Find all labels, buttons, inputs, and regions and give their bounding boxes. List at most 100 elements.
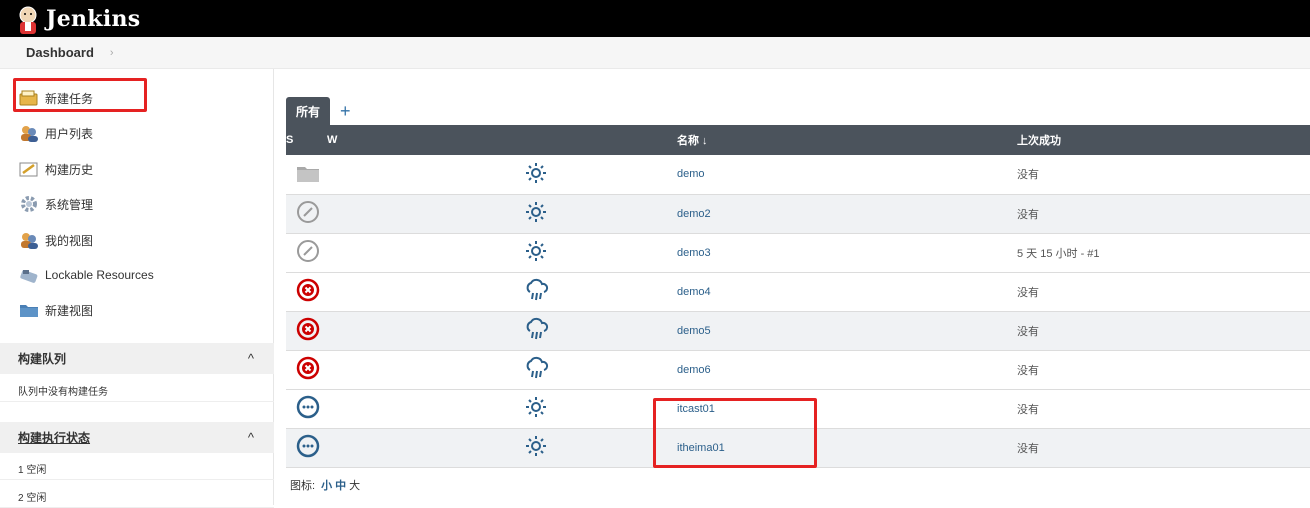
sidebar-item-label: 系统管理 xyxy=(45,197,94,212)
jenkins-butler-logo-icon[interactable] xyxy=(14,5,42,35)
weather-cell xyxy=(327,389,677,428)
status-cell xyxy=(286,272,327,311)
users-icon xyxy=(19,124,39,142)
job-link[interactable]: demo xyxy=(677,168,705,180)
annotation-box-new-item xyxy=(13,78,147,112)
status-cell xyxy=(286,311,327,350)
last-success-cell: 没有 xyxy=(1017,442,1039,455)
status-cell xyxy=(286,428,327,467)
job-link[interactable]: demo2 xyxy=(677,208,711,220)
top-header-bar: Jenkins xyxy=(0,0,1310,37)
weather-cell xyxy=(327,233,677,272)
view-tabs: 所有 + xyxy=(286,97,351,125)
weather-cell xyxy=(327,155,677,194)
col-status-header[interactable]: S xyxy=(286,125,327,155)
collapse-chevron-icon[interactable]: ^ xyxy=(248,430,254,445)
not-built-status-icon[interactable] xyxy=(296,395,320,422)
my-views-icon xyxy=(19,231,39,249)
breadcrumb: Dashboard › xyxy=(0,37,1310,69)
table-header-row: S W 名称 ↓ 上次成功 xyxy=(286,125,1310,155)
folder-icon[interactable] xyxy=(296,163,320,186)
disabled-status-icon[interactable] xyxy=(296,200,320,227)
disabled-status-icon[interactable] xyxy=(296,239,320,266)
sidebar-item-new-view[interactable]: 新建视图 xyxy=(0,295,274,325)
failed-status-icon[interactable] xyxy=(296,278,320,305)
status-cell xyxy=(286,389,327,428)
weather-storm-icon[interactable] xyxy=(524,278,550,305)
icon-size-medium[interactable]: 中 xyxy=(335,480,346,492)
icon-size-small[interactable]: 小 xyxy=(321,480,332,492)
failed-status-icon[interactable] xyxy=(296,356,320,383)
sidebar-item-label: 我的视图 xyxy=(45,233,94,248)
weather-sunny-icon[interactable] xyxy=(524,395,548,422)
job-name-cell: demo2 xyxy=(677,194,1017,233)
col-name-header[interactable]: 名称 ↓ xyxy=(677,125,1017,155)
sidebar-item-manage[interactable]: 系统管理 xyxy=(0,189,274,219)
collapse-chevron-icon[interactable]: ^ xyxy=(248,351,254,366)
job-name-cell: demo3 xyxy=(677,233,1017,272)
job-link[interactable]: demo5 xyxy=(677,325,711,337)
job-link[interactable]: demo6 xyxy=(677,364,711,376)
lockable-resources-icon xyxy=(19,266,39,284)
executor-status-header[interactable]: 构建执行状态 ^ xyxy=(0,422,274,453)
sidebar-item-users[interactable]: 用户列表 xyxy=(0,118,274,148)
table-row: demo3 5 天 15 小时 - #1 xyxy=(286,233,1310,272)
col-weather-header[interactable]: W xyxy=(327,125,677,155)
jenkins-brand[interactable]: Jenkins xyxy=(46,6,140,32)
job-link[interactable]: demo4 xyxy=(677,286,711,298)
icon-size-large[interactable]: 大 xyxy=(349,480,360,492)
sidebar-item-label: 用户列表 xyxy=(45,126,94,141)
executor-status-title[interactable]: 构建执行状态 xyxy=(18,429,90,446)
table-row: demo4 没有 xyxy=(286,272,1310,311)
table-row: demo 没有 xyxy=(286,155,1310,194)
sidebar-item-label: 构建历史 xyxy=(45,162,94,177)
sidebar-item-label: 新建视图 xyxy=(45,303,94,318)
last-success-cell: 没有 xyxy=(1017,364,1039,377)
icon-size-selector: 图标: 小中大 xyxy=(290,477,360,493)
weather-storm-icon[interactable] xyxy=(524,317,550,344)
weather-sunny-icon[interactable] xyxy=(524,161,548,188)
last-success-cell: 5 天 15 小时 - #1 xyxy=(1017,247,1100,260)
table-row: demo2 没有 xyxy=(286,194,1310,233)
weather-sunny-icon[interactable] xyxy=(524,200,548,227)
weather-cell xyxy=(327,350,677,389)
job-name-cell: demo4 xyxy=(677,272,1017,311)
job-name-cell: demo6 xyxy=(677,350,1017,389)
weather-sunny-icon[interactable] xyxy=(524,434,548,461)
weather-cell xyxy=(327,272,677,311)
failed-status-icon[interactable] xyxy=(296,317,320,344)
table-row: demo5 没有 xyxy=(286,311,1310,350)
weather-cell xyxy=(327,194,677,233)
last-success-cell: 没有 xyxy=(1017,403,1039,416)
table-row: demo6 没有 xyxy=(286,350,1310,389)
last-success-cell: 没有 xyxy=(1017,169,1039,182)
last-success-cell: 没有 xyxy=(1017,325,1039,338)
job-link[interactable]: demo3 xyxy=(677,247,711,259)
sidebar-item-lockable-resources[interactable]: Lockable Resources xyxy=(0,260,274,290)
new-view-folder-icon xyxy=(19,301,39,319)
build-queue-header[interactable]: 构建队列 ^ xyxy=(0,343,274,374)
status-cell xyxy=(286,233,327,272)
col-last-success-header[interactable]: 上次成功 xyxy=(1017,125,1310,155)
add-view-icon[interactable]: + xyxy=(340,97,351,125)
not-built-status-icon[interactable] xyxy=(296,434,320,461)
sidebar-item-label: Lockable Resources xyxy=(45,268,154,282)
status-cell xyxy=(286,350,327,389)
weather-cell xyxy=(327,428,677,467)
status-cell xyxy=(286,194,327,233)
job-name-cell: demo5 xyxy=(677,311,1017,350)
weather-cell xyxy=(327,311,677,350)
weather-sunny-icon[interactable] xyxy=(524,239,548,266)
manage-gear-icon xyxy=(19,195,39,213)
status-cell xyxy=(286,155,327,194)
build-history-icon xyxy=(19,160,39,178)
weather-storm-icon[interactable] xyxy=(524,356,550,383)
job-name-cell: demo xyxy=(677,155,1017,194)
sidebar: 新建任务 用户列表 构建历史 系统管理 我的视图 Lockable Resour… xyxy=(0,69,274,508)
breadcrumb-dashboard[interactable]: Dashboard xyxy=(26,45,94,60)
sidebar-item-my-views[interactable]: 我的视图 xyxy=(0,225,274,255)
breadcrumb-chevron-icon[interactable]: › xyxy=(110,47,114,59)
tab-all[interactable]: 所有 xyxy=(286,97,331,125)
icon-size-label: 图标: xyxy=(290,480,316,492)
sidebar-item-build-history[interactable]: 构建历史 xyxy=(0,154,274,184)
